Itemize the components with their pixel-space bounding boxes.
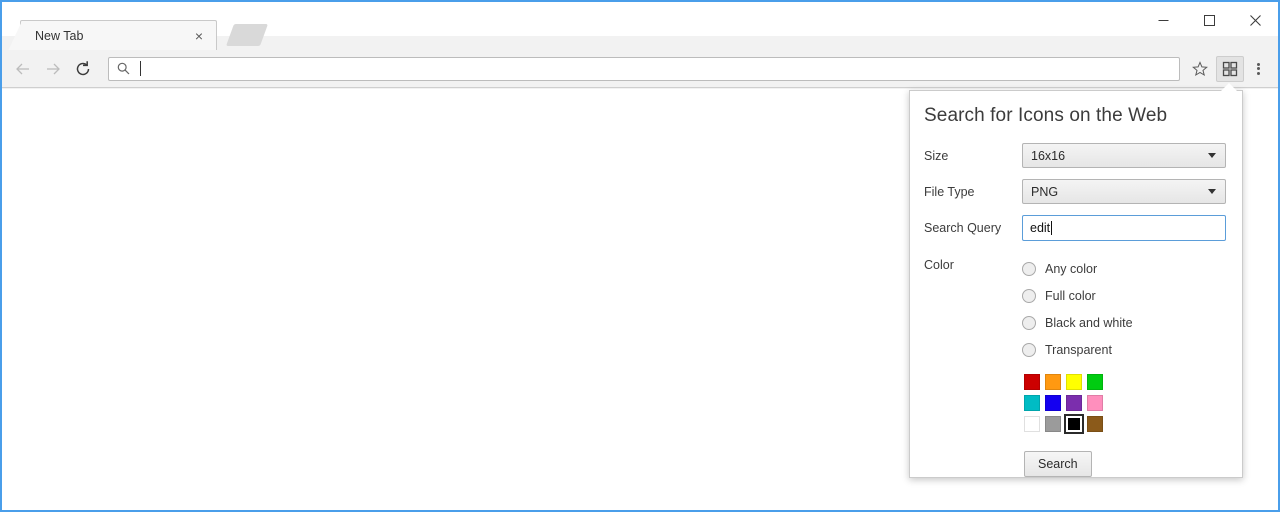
address-bar[interactable] [108,56,1180,81]
color-swatch-yellow[interactable] [1064,372,1084,392]
radio-label: Transparent [1045,342,1112,357]
color-swatch-gray[interactable] [1043,414,1063,434]
chevron-down-icon [1208,189,1216,194]
color-chip [1087,374,1103,390]
star-icon [1192,60,1208,76]
grid-squares-icon [1222,61,1238,76]
tab-title: New Tab [35,28,84,43]
search-button[interactable]: Search [1024,451,1092,477]
chevron-down-icon [1208,153,1216,158]
color-chip [1024,395,1040,411]
address-bar-caret [140,61,141,76]
color-chip [1024,374,1040,390]
radio-label: Any color [1045,261,1098,276]
radio-full-color[interactable]: Full color [1022,282,1226,309]
forward-arrow-icon [47,63,60,74]
color-swatch-orange[interactable] [1043,372,1063,392]
color-swatch-brown[interactable] [1085,414,1105,434]
search-icon [115,61,131,77]
browser-window: New Tab × Search for Icons on the Web Si… [0,0,1280,512]
radio-label: Full color [1045,288,1096,303]
color-swatch-pink[interactable] [1085,393,1105,413]
color-swatch-grid [1022,372,1226,434]
reload-icon [76,60,90,75]
back-arrow-icon [16,63,29,74]
color-chip [1087,416,1103,432]
radio-any-color[interactable]: Any color [1022,255,1226,282]
color-chip [1087,395,1103,411]
bookmark-button[interactable] [1186,57,1214,81]
radio-transparent[interactable]: Transparent [1022,336,1226,363]
form-row-search-query: Search Query edit [922,215,1226,241]
color-swatch-green[interactable] [1085,372,1105,392]
color-chip [1045,374,1061,390]
back-button[interactable] [8,54,38,84]
form-row-file-type: File Type PNG [922,179,1226,204]
file-type-label: File Type [924,184,975,199]
color-chip [1066,416,1082,432]
extension-button-icon-search[interactable] [1216,55,1244,82]
color-chip [1045,395,1061,411]
file-type-select-value: PNG [1031,184,1059,199]
tab-close-icon[interactable]: × [190,27,208,45]
form-row-size: Size 16x16 [922,143,1226,168]
color-radio-group: Any color Full color Black and white Tra… [1022,255,1226,434]
search-query-value: edit [1030,221,1051,235]
form-row-color: Color Any color Full color Black and whi… [922,255,1226,434]
color-swatch-red[interactable] [1022,372,1042,392]
extension-popup: Search for Icons on the Web Size 16x16 F… [909,83,1243,478]
search-query-input[interactable]: edit [1022,215,1226,241]
browser-toolbar [2,50,1278,88]
color-swatch-black[interactable] [1064,414,1084,434]
forward-button[interactable] [38,54,68,84]
radio-black-and-white[interactable]: Black and white [1022,309,1226,336]
size-label: Size [924,148,949,163]
color-swatch-white[interactable] [1022,414,1042,434]
popup-title: Search for Icons on the Web [924,105,1168,126]
color-swatch-blue[interactable] [1043,393,1063,413]
tab-strip: New Tab × [2,0,1278,51]
tab-new-tab[interactable]: New Tab × [8,20,217,51]
radio-icon [1022,288,1036,303]
chrome-menu-button[interactable] [1244,55,1272,83]
file-type-select[interactable]: PNG [1022,179,1226,204]
size-select-value: 16x16 [1031,148,1066,163]
color-swatch-purple[interactable] [1064,393,1084,413]
color-chip [1024,416,1040,432]
color-chip [1045,416,1061,432]
color-label: Color [924,258,954,272]
kebab-menu-icon [1256,61,1260,76]
radio-icon [1022,342,1036,357]
radio-icon [1022,315,1036,330]
text-caret [1051,221,1053,235]
search-query-label: Search Query [924,221,1002,235]
search-button-row: Search [922,451,1226,477]
size-select[interactable]: 16x16 [1022,143,1226,168]
radio-label: Black and white [1045,315,1133,330]
radio-icon [1022,261,1036,276]
new-tab-button[interactable] [225,24,269,46]
color-chip [1066,374,1082,390]
reload-button[interactable] [68,54,98,84]
popup-arrow [1221,83,1237,92]
color-chip [1066,395,1082,411]
color-swatch-teal[interactable] [1022,393,1042,413]
